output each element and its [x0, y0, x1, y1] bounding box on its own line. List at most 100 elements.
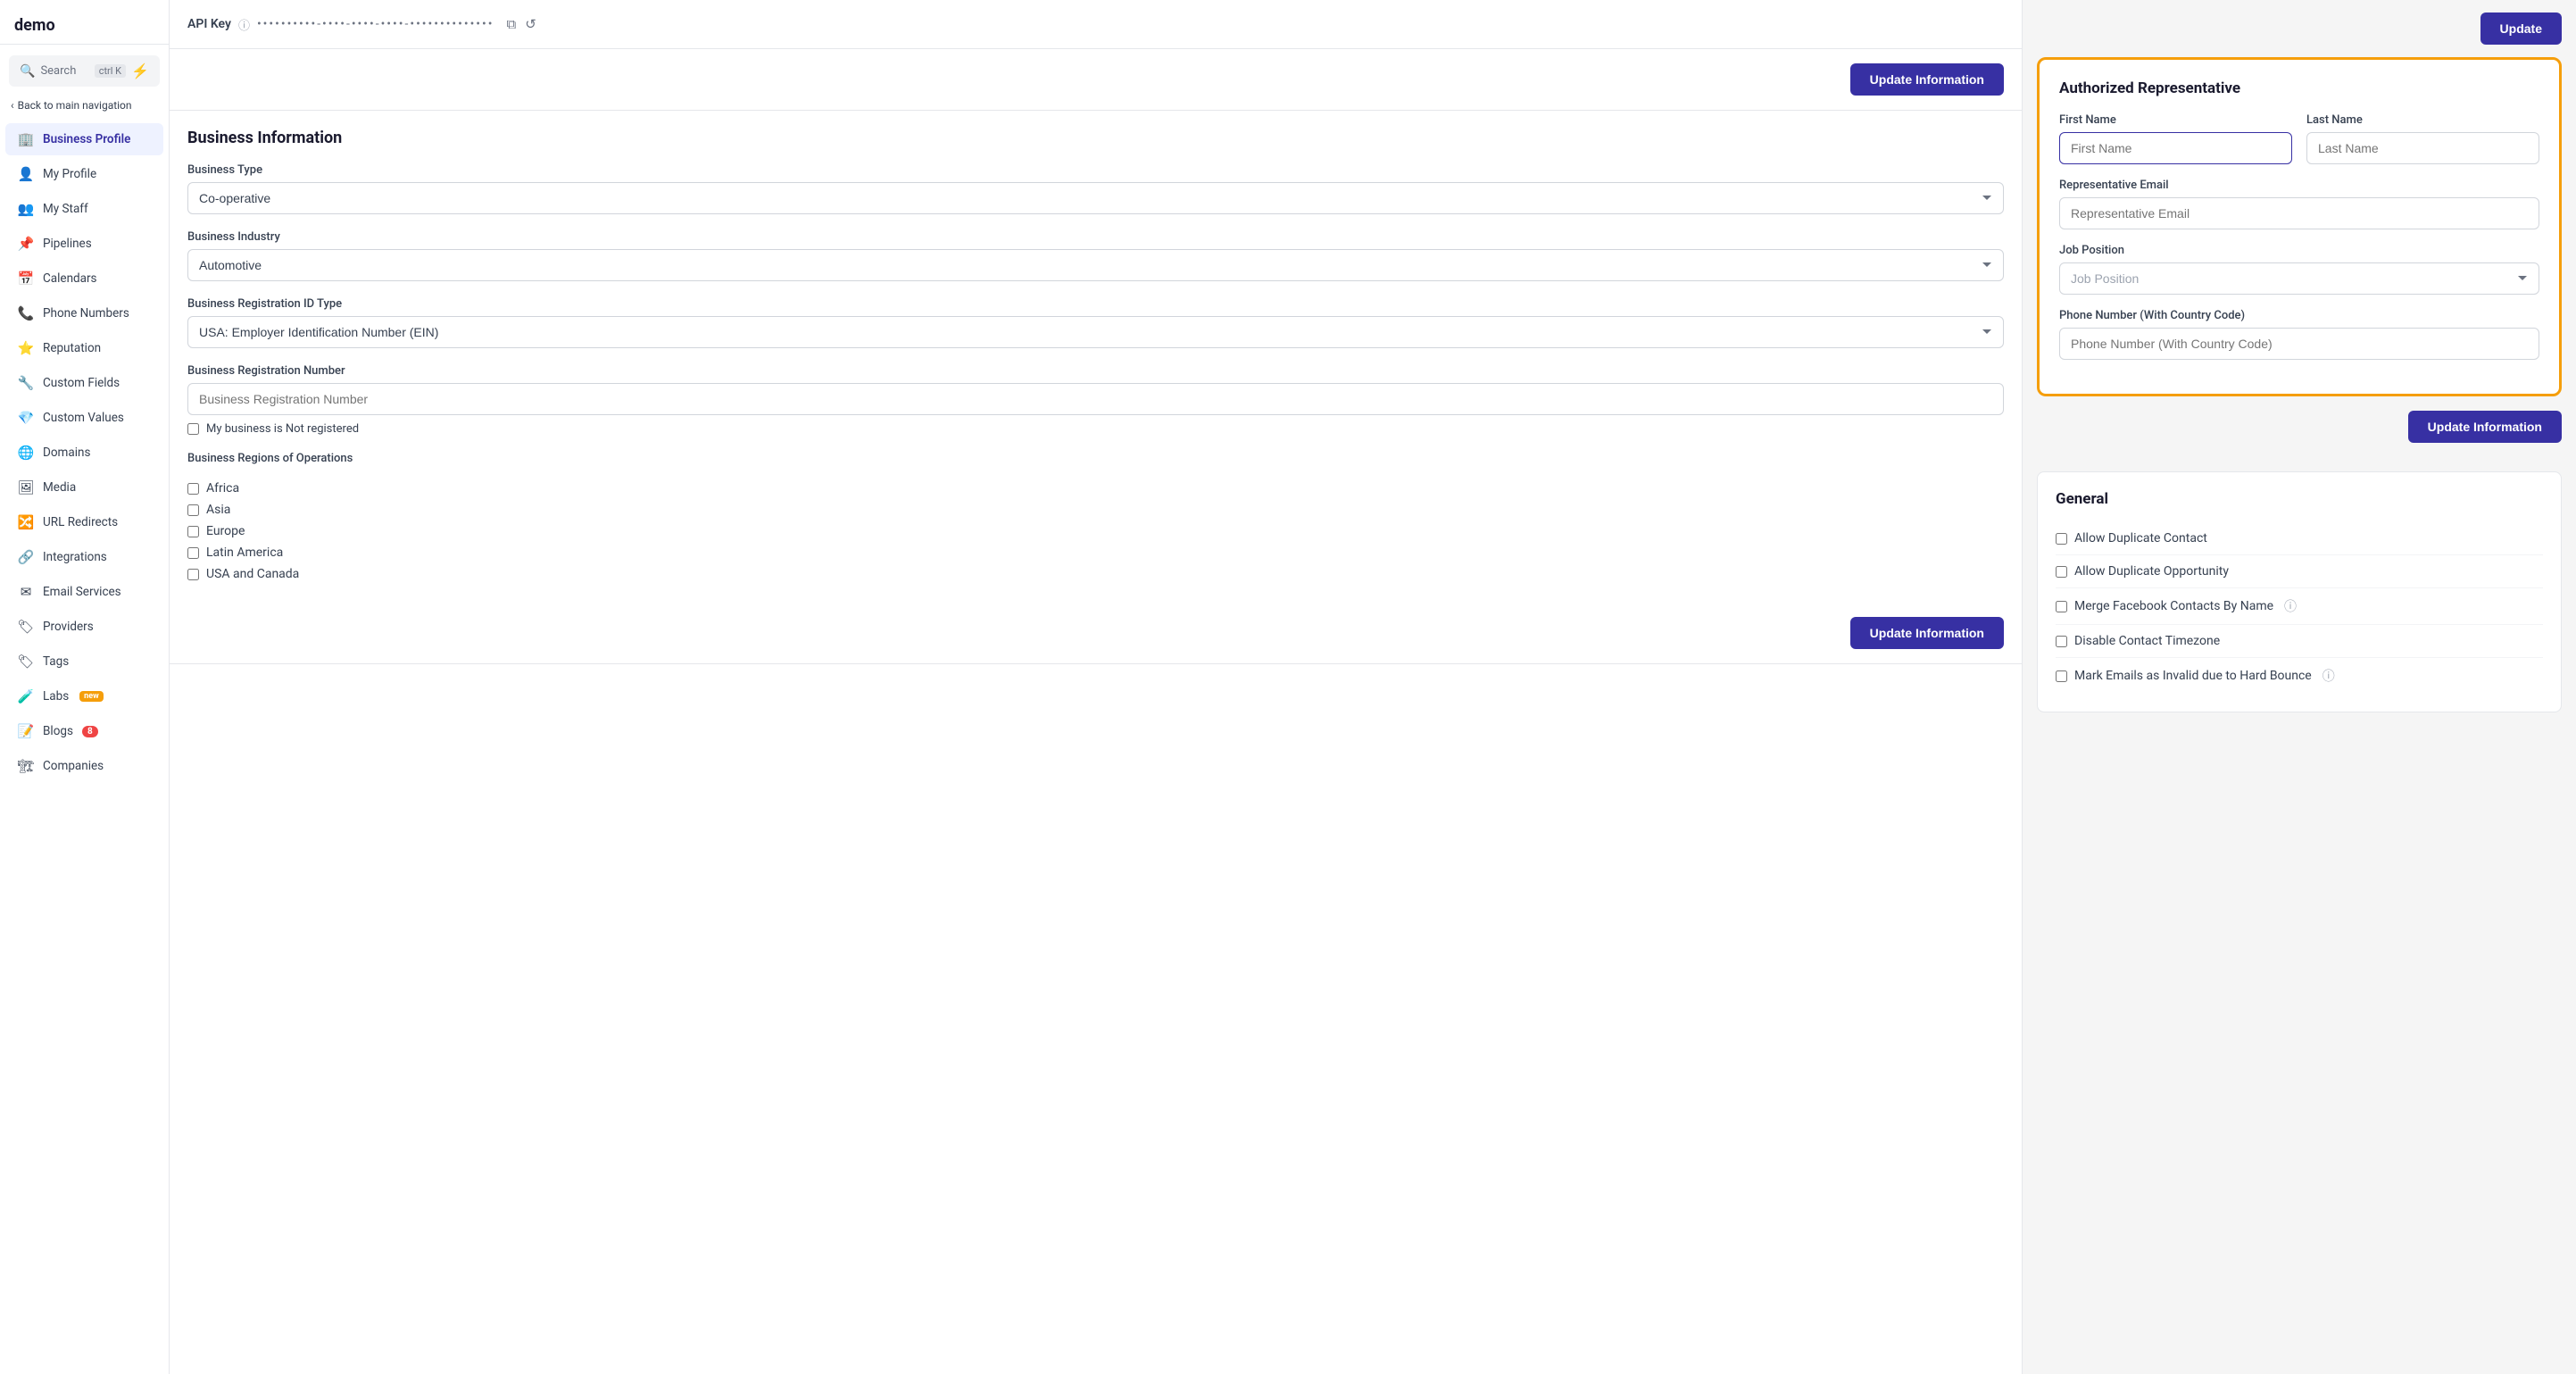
sidebar-item-custom-values[interactable]: 💎 Custom Values: [5, 402, 163, 434]
region-africa-checkbox[interactable]: [187, 483, 199, 495]
general-checkbox-3[interactable]: [2056, 636, 2067, 647]
sidebar-item-url-redirects[interactable]: 🔀 URL Redirects: [5, 506, 163, 538]
last-name-input[interactable]: [2306, 132, 2539, 164]
sidebar-item-calendars[interactable]: 📅 Calendars: [5, 262, 163, 295]
sidebar-item-pipelines[interactable]: 📌 Pipelines: [5, 228, 163, 260]
general-item-0: Allow Duplicate Contact: [2056, 522, 2543, 555]
sidebar-item-label: Pipelines: [43, 237, 92, 251]
last-name-label: Last Name: [2306, 113, 2539, 127]
sidebar-item-label: Media: [43, 480, 76, 495]
region-latin-america-checkbox[interactable]: [187, 547, 199, 559]
not-registered-checkbox[interactable]: [187, 423, 199, 435]
business-industry-select[interactable]: Automotive: [187, 249, 2004, 281]
sidebar-item-custom-fields[interactable]: 🔧 Custom Fields: [5, 367, 163, 399]
general-checkbox-0[interactable]: [2056, 533, 2067, 545]
update-info-container-1: Update Information: [170, 49, 2022, 111]
sidebar-item-labs[interactable]: 🧪 Labs new: [5, 680, 163, 712]
sidebar-item-label: Labs: [43, 689, 69, 704]
general-item-1: Allow Duplicate Opportunity: [2056, 555, 2543, 588]
business-type-group: Business Type Co-operative: [170, 163, 2022, 214]
business-reg-num-group: Business Registration Number My business…: [170, 364, 2022, 436]
business-type-select[interactable]: Co-operative: [187, 182, 2004, 214]
sidebar-item-label: Calendars: [43, 271, 97, 286]
regions-list: Africa Asia Europe Latin America USA and…: [170, 481, 2022, 581]
main-content: API Key ⓘ ••••••••••-••••-••••-••••-••••…: [170, 0, 2576, 1374]
general-item-label-0: Allow Duplicate Contact: [2074, 531, 2207, 545]
first-name-label: First Name: [2059, 113, 2292, 127]
back-navigation[interactable]: ‹ Back to main navigation: [0, 92, 169, 119]
left-panel: API Key ⓘ ••••••••••-••••-••••-••••-••••…: [170, 0, 2023, 1374]
sidebar-item-my-staff[interactable]: 👥 My Staff: [5, 193, 163, 225]
update-button-top[interactable]: Update: [2480, 12, 2562, 45]
redirect-icon: 🔀: [18, 514, 34, 530]
general-section: General Allow Duplicate Contact Allow Du…: [2037, 471, 2562, 712]
sidebar-item-blogs[interactable]: 📝 Blogs 8: [5, 715, 163, 747]
rep-email-input[interactable]: [2059, 197, 2539, 229]
sidebar-item-providers[interactable]: 🏷 Providers: [5, 611, 163, 643]
labs-icon: 🧪: [18, 688, 34, 704]
general-item-2: Merge Facebook Contacts By Name ⓘ: [2056, 588, 2543, 625]
region-usa-canada-label: USA and Canada: [206, 567, 299, 581]
sidebar-item-label: Custom Values: [43, 411, 124, 425]
integration-icon: 🔗: [18, 549, 34, 565]
business-industry-group: Business Industry Automotive: [170, 230, 2022, 281]
copy-api-key-button[interactable]: ⧉: [504, 14, 518, 34]
fields-icon: 🔧: [18, 375, 34, 391]
sidebar-item-phone-numbers[interactable]: 📞 Phone Numbers: [5, 297, 163, 329]
general-checkbox-1[interactable]: [2056, 566, 2067, 578]
rep-email-field: Representative Email: [2059, 179, 2539, 229]
sidebar-item-reputation[interactable]: ⭐ Reputation: [5, 332, 163, 364]
region-usa-canada-checkbox[interactable]: [187, 569, 199, 580]
not-registered-row: My business is Not registered: [187, 422, 2004, 436]
business-reg-id-select[interactable]: USA: Employer Identification Number (EIN…: [187, 316, 2004, 348]
region-latin-america: Latin America: [187, 545, 2004, 560]
update-information-button-1[interactable]: Update Information: [1850, 63, 2004, 96]
company-icon: 🏗: [18, 758, 34, 774]
general-item-label-3: Disable Contact Timezone: [2074, 634, 2220, 648]
sidebar-item-email-services[interactable]: ✉ Email Services: [5, 576, 163, 608]
first-name-field: First Name: [2059, 113, 2292, 164]
region-africa-label: Africa: [206, 481, 239, 495]
general-item-3: Disable Contact Timezone: [2056, 625, 2543, 658]
api-key-value: ••••••••••-••••-••••-••••-••••••••••••••: [257, 17, 494, 31]
sidebar-item-label: Integrations: [43, 550, 107, 564]
update-information-button-2[interactable]: Update Information: [1850, 617, 2004, 649]
business-reg-num-label: Business Registration Number: [187, 364, 2004, 378]
job-position-select[interactable]: Job Position: [2059, 262, 2539, 295]
sidebar-item-companies[interactable]: 🏗 Companies: [5, 750, 163, 782]
update-information-button-right[interactable]: Update Information: [2408, 411, 2562, 443]
region-europe-label: Europe: [206, 524, 245, 538]
business-type-label: Business Type: [187, 163, 2004, 177]
sidebar-item-business-profile[interactable]: 🏢 Business Profile: [5, 123, 163, 155]
job-position-field: Job Position Job Position: [2059, 244, 2539, 295]
sidebar-item-tags[interactable]: 🏷 Tags: [5, 645, 163, 678]
job-position-label: Job Position: [2059, 244, 2539, 257]
api-key-label: API Key: [187, 17, 231, 31]
search-label: Search: [40, 64, 88, 78]
api-key-actions: ⧉ ↺: [504, 14, 537, 34]
phone-input[interactable]: [2059, 328, 2539, 360]
first-name-input[interactable]: [2059, 132, 2292, 164]
region-europe-checkbox[interactable]: [187, 526, 199, 537]
star-icon: ⭐: [18, 340, 34, 356]
sidebar-item-media[interactable]: 🖼 Media: [5, 471, 163, 504]
region-asia-checkbox[interactable]: [187, 504, 199, 516]
name-fields-grid: First Name Last Name: [2059, 113, 2539, 164]
refresh-api-key-button[interactable]: ↺: [523, 14, 538, 34]
general-checkbox-4[interactable]: [2056, 670, 2067, 682]
update-info-right-container: Update Information: [2023, 411, 2576, 457]
arrow-annotation: [2023, 96, 2040, 212]
last-name-field: Last Name: [2306, 113, 2539, 164]
regions-label: Business Regions of Operations: [187, 452, 2004, 465]
sidebar-item-domains[interactable]: 🌐 Domains: [5, 437, 163, 469]
update-info-container-2: Update Information: [170, 603, 2022, 664]
search-bar[interactable]: 🔍 Search ctrl K ⚡: [9, 55, 160, 87]
sidebar: demo 🔍 Search ctrl K ⚡ ‹ Back to main na…: [0, 0, 170, 1374]
sidebar-item-label: Custom Fields: [43, 376, 120, 390]
general-item-label-2: Merge Facebook Contacts By Name: [2074, 599, 2273, 613]
not-registered-label: My business is Not registered: [206, 422, 359, 436]
general-checkbox-2[interactable]: [2056, 601, 2067, 612]
business-reg-num-input[interactable]: [187, 383, 2004, 415]
sidebar-item-integrations[interactable]: 🔗 Integrations: [5, 541, 163, 573]
sidebar-item-my-profile[interactable]: 👤 My Profile: [5, 158, 163, 190]
